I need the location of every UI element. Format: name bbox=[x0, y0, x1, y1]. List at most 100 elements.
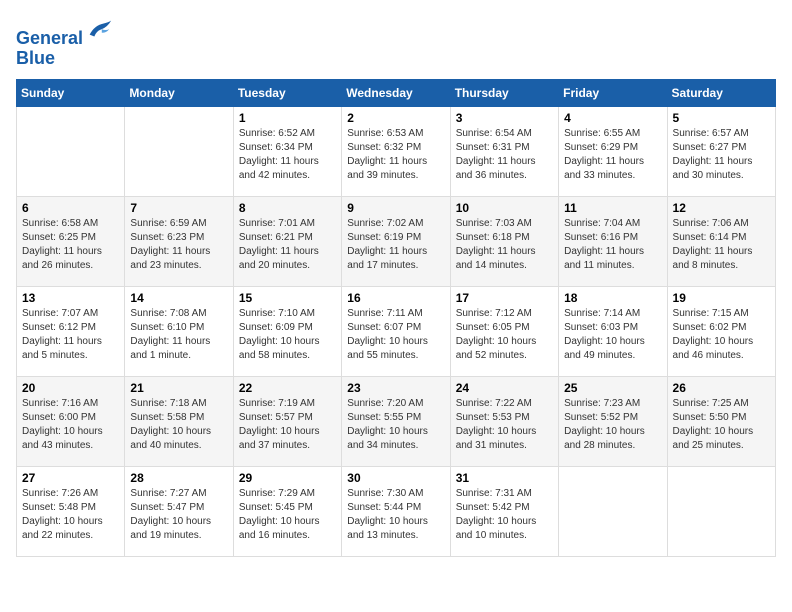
day-info: Sunrise: 7:19 AM Sunset: 5:57 PM Dayligh… bbox=[239, 397, 336, 453]
day-info: Sunrise: 7:06 AM Sunset: 6:14 PM Dayligh… bbox=[673, 217, 770, 273]
calendar-cell: 26 Sunrise: 7:25 AM Sunset: 5:50 PM Dayli… bbox=[667, 376, 775, 466]
calendar-cell bbox=[667, 466, 775, 556]
logo-text: General Blue bbox=[16, 16, 113, 69]
calendar-cell: 16 Sunrise: 7:11 AM Sunset: 6:07 PM Dayli… bbox=[342, 286, 450, 376]
weekday-header-sunday: Sunday bbox=[17, 79, 125, 106]
weekday-header-saturday: Saturday bbox=[667, 79, 775, 106]
day-number: 9 bbox=[347, 201, 444, 215]
day-number: 17 bbox=[456, 291, 553, 305]
day-info: Sunrise: 7:23 AM Sunset: 5:52 PM Dayligh… bbox=[564, 397, 661, 453]
day-info: Sunrise: 7:20 AM Sunset: 5:55 PM Dayligh… bbox=[347, 397, 444, 453]
weekday-header-monday: Monday bbox=[125, 79, 233, 106]
logo-bird-icon bbox=[85, 16, 113, 44]
calendar-cell: 18Sunrise: 7:14 AM Sunset: 6:03 PM Dayli… bbox=[559, 286, 667, 376]
day-number: 24 bbox=[456, 381, 553, 395]
day-number: 2 bbox=[347, 111, 444, 125]
calendar-cell: 13 Sunrise: 7:07 AM Sunset: 6:12 PM Dayli… bbox=[17, 286, 125, 376]
calendar-cell: 17 Sunrise: 7:12 AM Sunset: 6:05 PM Dayli… bbox=[450, 286, 558, 376]
day-number: 29 bbox=[239, 471, 336, 485]
calendar-cell: 15Sunrise: 7:10 AM Sunset: 6:09 PM Dayli… bbox=[233, 286, 341, 376]
calendar-cell bbox=[17, 106, 125, 196]
calendar-cell: 8 Sunrise: 7:01 AM Sunset: 6:21 PM Daylig… bbox=[233, 196, 341, 286]
day-number: 21 bbox=[130, 381, 227, 395]
calendar-cell: 21Sunrise: 7:18 AM Sunset: 5:58 PM Dayli… bbox=[125, 376, 233, 466]
calendar-cell: 27 Sunrise: 7:26 AM Sunset: 5:48 PM Dayli… bbox=[17, 466, 125, 556]
calendar-cell: 3 Sunrise: 6:54 AM Sunset: 6:31 PM Daylig… bbox=[450, 106, 558, 196]
page-header: General Blue bbox=[16, 16, 776, 69]
calendar-cell: 2 Sunrise: 6:53 AM Sunset: 6:32 PM Daylig… bbox=[342, 106, 450, 196]
day-info: Sunrise: 6:52 AM Sunset: 6:34 PM Dayligh… bbox=[239, 127, 336, 183]
day-number: 8 bbox=[239, 201, 336, 215]
calendar-cell: 11 Sunrise: 7:04 AM Sunset: 6:16 PM Dayli… bbox=[559, 196, 667, 286]
day-number: 30 bbox=[347, 471, 444, 485]
day-info: Sunrise: 6:55 AM Sunset: 6:29 PM Dayligh… bbox=[564, 127, 661, 183]
day-info: Sunrise: 6:53 AM Sunset: 6:32 PM Dayligh… bbox=[347, 127, 444, 183]
calendar-cell: 30 Sunrise: 7:30 AM Sunset: 5:44 PM Dayli… bbox=[342, 466, 450, 556]
day-info: Sunrise: 7:11 AM Sunset: 6:07 PM Dayligh… bbox=[347, 307, 444, 363]
calendar-week-row: 27 Sunrise: 7:26 AM Sunset: 5:48 PM Dayli… bbox=[17, 466, 776, 556]
day-number: 31 bbox=[456, 471, 553, 485]
day-number: 3 bbox=[456, 111, 553, 125]
calendar-cell: 9 Sunrise: 7:02 AM Sunset: 6:19 PM Daylig… bbox=[342, 196, 450, 286]
day-info: Sunrise: 6:54 AM Sunset: 6:31 PM Dayligh… bbox=[456, 127, 553, 183]
day-number: 13 bbox=[22, 291, 119, 305]
calendar-cell bbox=[125, 106, 233, 196]
weekday-header-tuesday: Tuesday bbox=[233, 79, 341, 106]
calendar-week-row: 20 Sunrise: 7:16 AM Sunset: 6:00 PM Dayli… bbox=[17, 376, 776, 466]
day-number: 22 bbox=[239, 381, 336, 395]
day-number: 1 bbox=[239, 111, 336, 125]
weekday-header-thursday: Thursday bbox=[450, 79, 558, 106]
day-info: Sunrise: 7:31 AM Sunset: 5:42 PM Dayligh… bbox=[456, 487, 553, 543]
day-number: 25 bbox=[564, 381, 661, 395]
logo: General Blue bbox=[16, 16, 113, 69]
calendar-week-row: 13 Sunrise: 7:07 AM Sunset: 6:12 PM Dayli… bbox=[17, 286, 776, 376]
day-number: 11 bbox=[564, 201, 661, 215]
day-info: Sunrise: 7:12 AM Sunset: 6:05 PM Dayligh… bbox=[456, 307, 553, 363]
day-number: 23 bbox=[347, 381, 444, 395]
weekday-header-wednesday: Wednesday bbox=[342, 79, 450, 106]
calendar-cell: 28 Sunrise: 7:27 AM Sunset: 5:47 PM Dayli… bbox=[125, 466, 233, 556]
day-number: 18 bbox=[564, 291, 661, 305]
calendar-cell: 22 Sunrise: 7:19 AM Sunset: 5:57 PM Dayli… bbox=[233, 376, 341, 466]
day-number: 10 bbox=[456, 201, 553, 215]
calendar-week-row: 6 Sunrise: 6:58 AM Sunset: 6:25 PM Daylig… bbox=[17, 196, 776, 286]
day-number: 26 bbox=[673, 381, 770, 395]
calendar-cell: 20 Sunrise: 7:16 AM Sunset: 6:00 PM Dayli… bbox=[17, 376, 125, 466]
day-info: Sunrise: 7:26 AM Sunset: 5:48 PM Dayligh… bbox=[22, 487, 119, 543]
day-info: Sunrise: 7:04 AM Sunset: 6:16 PM Dayligh… bbox=[564, 217, 661, 273]
day-info: Sunrise: 7:30 AM Sunset: 5:44 PM Dayligh… bbox=[347, 487, 444, 543]
calendar-cell: 4Sunrise: 6:55 AM Sunset: 6:29 PM Daylig… bbox=[559, 106, 667, 196]
calendar-cell: 10 Sunrise: 7:03 AM Sunset: 6:18 PM Dayli… bbox=[450, 196, 558, 286]
day-info: Sunrise: 7:25 AM Sunset: 5:50 PM Dayligh… bbox=[673, 397, 770, 453]
day-info: Sunrise: 6:57 AM Sunset: 6:27 PM Dayligh… bbox=[673, 127, 770, 183]
day-number: 19 bbox=[673, 291, 770, 305]
calendar-cell: 29 Sunrise: 7:29 AM Sunset: 5:45 PM Dayli… bbox=[233, 466, 341, 556]
calendar-cell: 14Sunrise: 7:08 AM Sunset: 6:10 PM Dayli… bbox=[125, 286, 233, 376]
day-info: Sunrise: 6:58 AM Sunset: 6:25 PM Dayligh… bbox=[22, 217, 119, 273]
calendar-cell: 12Sunrise: 7:06 AM Sunset: 6:14 PM Dayli… bbox=[667, 196, 775, 286]
calendar-cell: 1 Sunrise: 6:52 AM Sunset: 6:34 PM Daylig… bbox=[233, 106, 341, 196]
day-number: 15 bbox=[239, 291, 336, 305]
day-info: Sunrise: 7:01 AM Sunset: 6:21 PM Dayligh… bbox=[239, 217, 336, 273]
day-info: Sunrise: 7:15 AM Sunset: 6:02 PM Dayligh… bbox=[673, 307, 770, 363]
calendar-cell: 23 Sunrise: 7:20 AM Sunset: 5:55 PM Dayli… bbox=[342, 376, 450, 466]
calendar-cell: 6 Sunrise: 6:58 AM Sunset: 6:25 PM Daylig… bbox=[17, 196, 125, 286]
calendar-cell bbox=[559, 466, 667, 556]
day-info: Sunrise: 7:03 AM Sunset: 6:18 PM Dayligh… bbox=[456, 217, 553, 273]
day-number: 7 bbox=[130, 201, 227, 215]
day-info: Sunrise: 7:07 AM Sunset: 6:12 PM Dayligh… bbox=[22, 307, 119, 363]
calendar-cell: 24Sunrise: 7:22 AM Sunset: 5:53 PM Dayli… bbox=[450, 376, 558, 466]
calendar-cell: 5Sunrise: 6:57 AM Sunset: 6:27 PM Daylig… bbox=[667, 106, 775, 196]
day-info: Sunrise: 7:29 AM Sunset: 5:45 PM Dayligh… bbox=[239, 487, 336, 543]
day-info: Sunrise: 7:27 AM Sunset: 5:47 PM Dayligh… bbox=[130, 487, 227, 543]
calendar-week-row: 1 Sunrise: 6:52 AM Sunset: 6:34 PM Daylig… bbox=[17, 106, 776, 196]
day-info: Sunrise: 7:02 AM Sunset: 6:19 PM Dayligh… bbox=[347, 217, 444, 273]
day-number: 20 bbox=[22, 381, 119, 395]
calendar-cell: 19 Sunrise: 7:15 AM Sunset: 6:02 PM Dayli… bbox=[667, 286, 775, 376]
day-info: Sunrise: 6:59 AM Sunset: 6:23 PM Dayligh… bbox=[130, 217, 227, 273]
day-number: 6 bbox=[22, 201, 119, 215]
day-info: Sunrise: 7:16 AM Sunset: 6:00 PM Dayligh… bbox=[22, 397, 119, 453]
day-number: 16 bbox=[347, 291, 444, 305]
day-number: 28 bbox=[130, 471, 227, 485]
day-number: 27 bbox=[22, 471, 119, 485]
